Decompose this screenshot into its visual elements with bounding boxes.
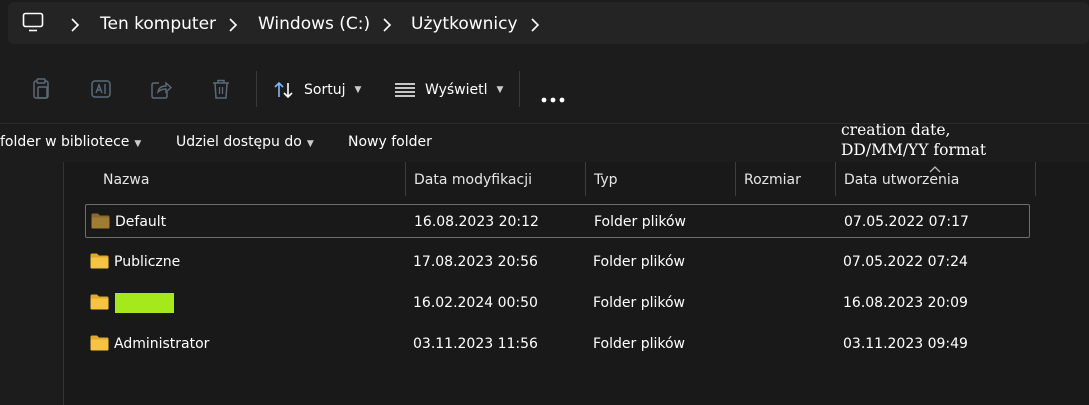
chevron-down-icon: ▼ bbox=[134, 139, 142, 149]
file-type: Folder plików bbox=[593, 254, 686, 270]
file-created: 03.11.2023 09:49 bbox=[843, 336, 968, 352]
file-type: Folder plików bbox=[594, 214, 687, 230]
file-name: Administrator bbox=[114, 336, 210, 352]
column-header-type[interactable]: Typ bbox=[594, 172, 618, 188]
table-row[interactable]: Administrator 03.11.2023 11:56 Folder pl… bbox=[85, 327, 1030, 361]
file-modified: 03.11.2023 11:56 bbox=[413, 336, 538, 352]
breadcrumb-ten-komputer[interactable]: Ten komputer bbox=[100, 14, 216, 34]
file-type: Folder plików bbox=[593, 336, 686, 352]
file-type: Folder plików bbox=[593, 295, 686, 311]
table-row[interactable]: 16.02.2024 00:50 Folder plików 16.08.202… bbox=[85, 286, 1030, 320]
sort-icon bbox=[274, 81, 294, 99]
toolbar-divider bbox=[256, 71, 257, 107]
chevron-down-icon: ▼ bbox=[354, 85, 362, 95]
breadcrumb-uzytkownicy[interactable]: Użytkownicy bbox=[411, 14, 518, 34]
chevron-right-icon[interactable] bbox=[70, 17, 80, 36]
column-header-created[interactable]: Data utworzenia bbox=[844, 172, 959, 188]
sort-ascending-icon bbox=[929, 158, 941, 177]
chevron-right-icon[interactable] bbox=[228, 17, 238, 36]
sort-button[interactable]: Sortuj ▼ bbox=[274, 78, 361, 102]
column-header-name[interactable]: Nazwa bbox=[103, 172, 149, 188]
file-modified: 16.02.2024 00:50 bbox=[413, 295, 538, 311]
file-name: Default bbox=[115, 214, 167, 230]
folder-icon bbox=[91, 213, 110, 233]
column-divider[interactable] bbox=[1035, 162, 1036, 196]
column-divider[interactable] bbox=[835, 162, 836, 196]
new-folder-button[interactable]: Nowy folder bbox=[348, 134, 432, 150]
address-bar-area: Ten komputer Windows (C:) Użytkownicy bbox=[0, 0, 1089, 54]
delete-icon[interactable] bbox=[210, 78, 232, 104]
file-created: 07.05.2022 07:17 bbox=[844, 214, 969, 230]
column-header-size[interactable]: Rozmiar bbox=[744, 172, 801, 188]
column-divider[interactable] bbox=[585, 162, 586, 196]
chevron-down-icon: ▼ bbox=[496, 85, 504, 95]
folder-icon bbox=[90, 335, 109, 355]
annotation-line-1: creation date, bbox=[841, 121, 951, 139]
folder-icon bbox=[90, 294, 109, 314]
file-created: 16.08.2023 20:09 bbox=[843, 295, 968, 311]
address-bar[interactable]: Ten komputer Windows (C:) Użytkownicy bbox=[8, 2, 1089, 44]
column-divider[interactable] bbox=[735, 162, 736, 196]
copy-icon[interactable] bbox=[30, 78, 52, 104]
rename-icon[interactable] bbox=[90, 78, 112, 104]
computer-icon[interactable] bbox=[22, 12, 44, 36]
annotation-text: creation date, DD/MM/YY format bbox=[841, 120, 986, 160]
chevron-right-icon[interactable] bbox=[530, 17, 540, 36]
file-created: 07.05.2022 07:24 bbox=[843, 254, 968, 270]
table-row[interactable]: Default 16.08.2023 20:12 Folder plików 0… bbox=[85, 204, 1030, 238]
share-access-label: Udziel dostępu do bbox=[176, 134, 302, 150]
redacted-file-name bbox=[115, 293, 174, 313]
library-button[interactable]: folder w bibliotece ▼ bbox=[0, 134, 141, 150]
table-row[interactable]: Publiczne 17.08.2023 20:56 Folder plików… bbox=[85, 245, 1030, 279]
view-list-icon bbox=[395, 83, 415, 97]
column-header-modified[interactable]: Data modyfikacji bbox=[414, 172, 532, 188]
column-divider[interactable] bbox=[405, 162, 406, 196]
sort-label: Sortuj bbox=[304, 82, 346, 98]
view-label: Wyświetl bbox=[425, 82, 488, 98]
annotation-line-2: DD/MM/YY format bbox=[841, 141, 987, 159]
file-modified: 16.08.2023 20:12 bbox=[414, 214, 539, 230]
view-button[interactable]: Wyświetl ▼ bbox=[395, 78, 503, 102]
toolbar-divider bbox=[519, 71, 520, 107]
chevron-right-icon[interactable] bbox=[382, 17, 392, 36]
share-icon[interactable] bbox=[150, 78, 173, 104]
file-modified: 17.08.2023 20:56 bbox=[413, 254, 538, 270]
more-icon[interactable] bbox=[541, 88, 565, 107]
file-name: Publiczne bbox=[114, 254, 181, 270]
navigation-pane[interactable] bbox=[0, 162, 64, 405]
library-label: folder w bibliotece bbox=[0, 134, 130, 150]
share-access-button[interactable]: Udziel dostępu do ▼ bbox=[176, 134, 314, 150]
breadcrumb-windows-c[interactable]: Windows (C:) bbox=[258, 14, 370, 34]
folder-icon bbox=[90, 253, 109, 273]
chevron-down-icon: ▼ bbox=[306, 139, 314, 149]
